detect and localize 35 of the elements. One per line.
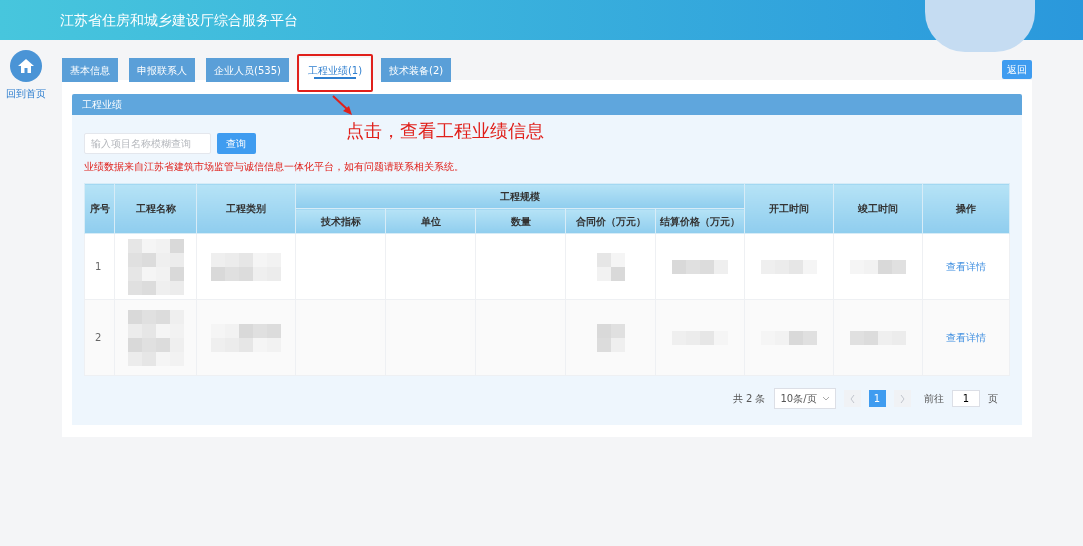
tab[interactable]: 申报联系人: [129, 58, 195, 82]
page-number[interactable]: 1: [868, 390, 886, 407]
column-header: 数量: [475, 208, 566, 234]
column-header: 工程类别: [196, 183, 296, 234]
column-header: 单位: [385, 208, 476, 234]
column-header: 竣工时间: [833, 183, 923, 234]
search-button[interactable]: 查询: [216, 133, 256, 154]
return-button[interactable]: 返回: [1002, 60, 1032, 79]
column-header: 合同价（万元）: [565, 208, 656, 234]
goto-label: 前往: [924, 392, 944, 406]
tab[interactable]: 基本信息: [62, 58, 118, 82]
annotation-text: 点击，查看工程业绩信息: [346, 119, 544, 143]
table-cell: 1: [84, 233, 115, 300]
column-header: 操作: [922, 183, 1010, 234]
column-header: 结算价格（万元）: [655, 208, 745, 234]
tab[interactable]: 企业人员(535): [206, 58, 289, 82]
column-header: 序号: [84, 183, 115, 234]
page-size-select[interactable]: 10条/页: [773, 388, 836, 409]
panel-title: 工程业绩: [72, 94, 1022, 115]
total-count: 共 2 条: [732, 392, 766, 406]
details-link[interactable]: 查看详情: [946, 332, 987, 343]
column-header: 技术指标: [295, 208, 386, 234]
tab[interactable]: 技术装备(2): [381, 58, 452, 82]
platform-title: 江苏省住房和城乡建设厅综合服务平台: [60, 10, 298, 30]
table-cell: 2: [84, 299, 115, 376]
home-link[interactable]: 回到首页: [6, 86, 46, 101]
notice-text: 业绩数据来自江苏省建筑市场监管与诚信信息一体化平台，如有问题请联系相关系统。: [84, 160, 465, 174]
tab[interactable]: 工程业绩(1): [299, 58, 371, 82]
goto-field[interactable]: 1: [952, 390, 980, 407]
search-field[interactable]: 输入项目名称模糊查询: [84, 133, 211, 154]
page-unit-label: 页: [988, 392, 998, 406]
column-header: 开工时间: [744, 183, 834, 234]
column-group-header: 工程规模: [295, 183, 745, 209]
column-header: 工程名称: [114, 183, 197, 234]
details-link[interactable]: 查看详情: [946, 261, 987, 272]
